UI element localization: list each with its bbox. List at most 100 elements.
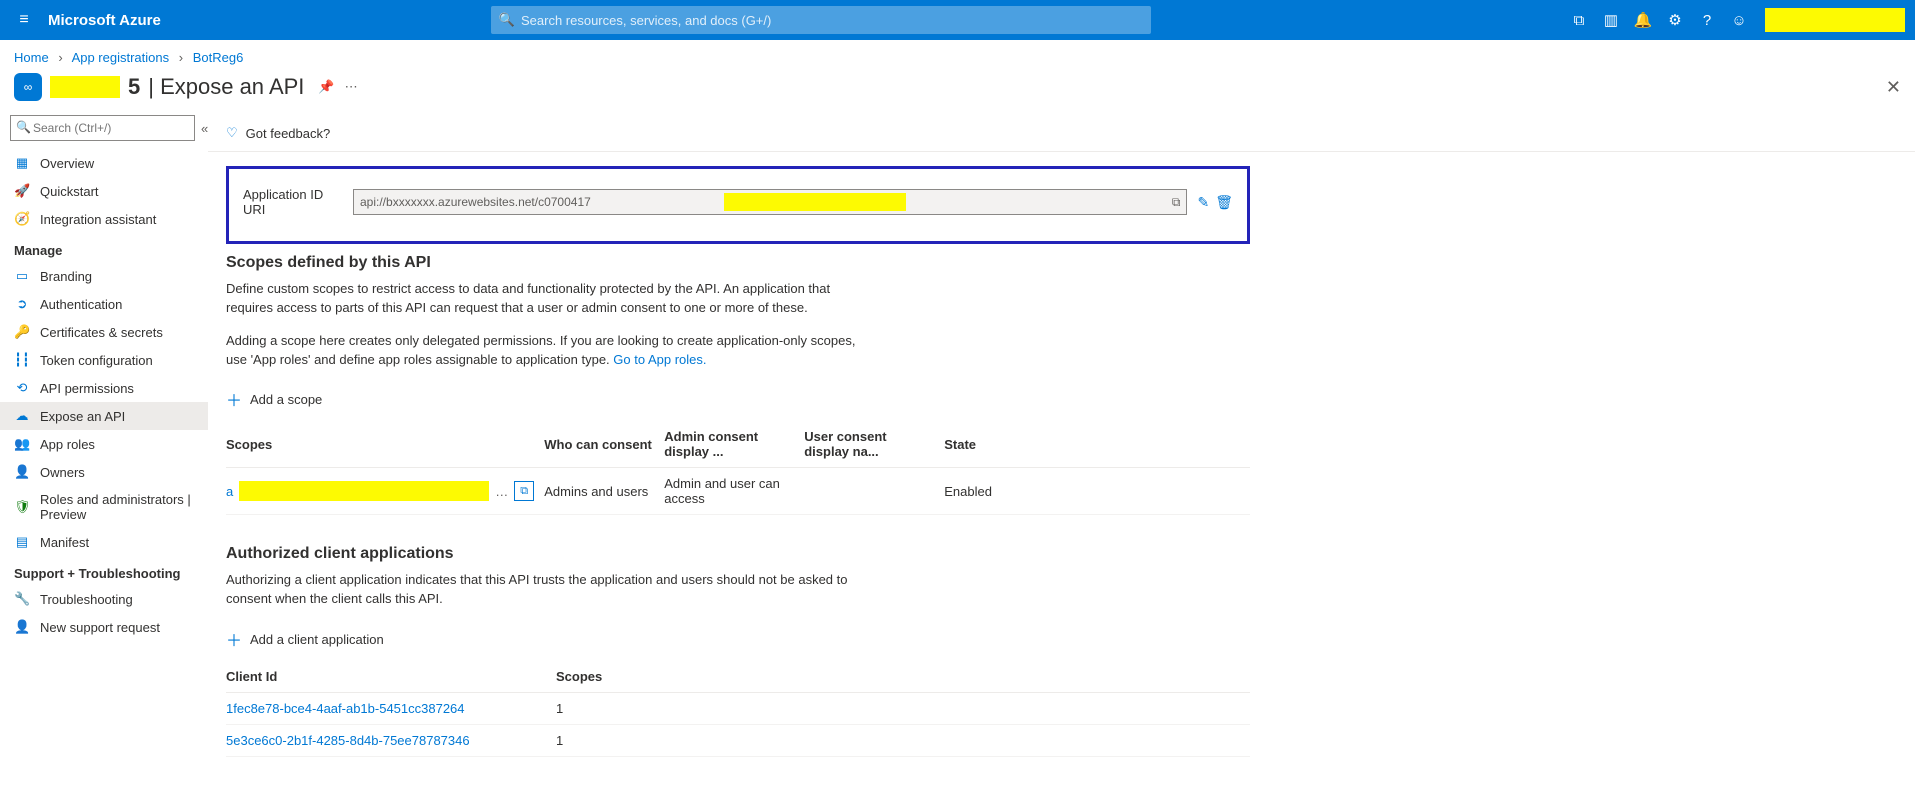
command-bar: ♡ Got feedback? xyxy=(208,115,1915,152)
sidebar-item-branding[interactable]: ▭Branding xyxy=(0,262,208,290)
col-scopes: Scopes xyxy=(226,421,544,468)
breadcrumb-appreg[interactable]: App registrations xyxy=(72,50,170,65)
copy-icon[interactable]: ⧉ xyxy=(1172,195,1181,210)
app-id-uri-label: Application ID URI xyxy=(243,187,343,217)
sidebar-group-support: Support + Troubleshooting xyxy=(0,556,208,585)
scope-row[interactable]: a… ⧉ Admins and users Admin and user can… xyxy=(226,468,1250,515)
edit-icon[interactable]: ✎ xyxy=(1197,194,1209,211)
sidebar-item-authentication[interactable]: ➲Authentication xyxy=(0,290,208,318)
rocket-icon: 🚀 xyxy=(14,183,30,199)
wrench-icon: 🔧 xyxy=(14,591,30,607)
sidebar-item-integration[interactable]: 🧭Integration assistant xyxy=(0,205,208,233)
sidebar-item-owners[interactable]: 👤Owners xyxy=(0,458,208,486)
title-redacted xyxy=(50,76,120,98)
breadcrumb-home[interactable]: Home xyxy=(14,50,49,65)
copy-icon[interactable]: ⧉ xyxy=(514,481,534,501)
sidebar-item-overview[interactable]: ▦Overview xyxy=(0,149,208,177)
col-client-id: Client Id xyxy=(226,661,556,693)
breadcrumb: Home › App registrations › BotReg6 xyxy=(0,40,1915,65)
page-header: ∞ 5 | Expose an API 📌 ⋯ ✕ xyxy=(0,65,1915,115)
scopes-heading: Scopes defined by this API xyxy=(226,254,1250,272)
page-title: 5 | Expose an API xyxy=(50,74,304,100)
api-perm-icon: ⟲ xyxy=(14,380,30,396)
client-row[interactable]: 1fec8e78-bce4-4aaf-ab1b-5451cc387264 1 xyxy=(226,693,1250,725)
breadcrumb-current[interactable]: BotReg6 xyxy=(193,50,244,65)
global-search[interactable]: 🔍 xyxy=(491,6,1151,34)
col-state: State xyxy=(944,421,1250,468)
global-search-input[interactable] xyxy=(521,13,1143,28)
key-icon: 🔑 xyxy=(14,324,30,340)
chevron-right-icon: › xyxy=(179,50,183,65)
sidebar-item-api-permissions[interactable]: ⟲API permissions xyxy=(0,374,208,402)
sidebar-item-app-roles[interactable]: 👥App roles xyxy=(0,430,208,458)
sidebar-item-certificates[interactable]: 🔑Certificates & secrets xyxy=(0,318,208,346)
col-who: Who can consent xyxy=(544,421,664,468)
sidebar-item-roles-admins[interactable]: 🛡Roles and administrators | Preview xyxy=(0,486,208,528)
go-to-app-roles-link[interactable]: Go to App roles. xyxy=(613,352,706,367)
manifest-icon: ▤ xyxy=(14,534,30,550)
scopes-desc-2: Adding a scope here creates only delegat… xyxy=(226,332,876,370)
wand-icon: 🧭 xyxy=(14,211,30,227)
scopes-table: Scopes Who can consent Admin consent dis… xyxy=(226,421,1250,515)
roles-icon: 👥 xyxy=(14,436,30,452)
resource-menu: 🔍 « ▦Overview 🚀Quickstart 🧭Integration a… xyxy=(0,115,208,797)
global-header: ≡ Microsoft Azure 🔍 ⧉ ▥ 🔔 ⚙ ? ☺ xyxy=(0,0,1915,40)
account-redacted[interactable] xyxy=(1765,8,1905,32)
sidebar-item-token-config[interactable]: ┇┇Token configuration xyxy=(0,346,208,374)
cloud-shell-icon[interactable]: ⧉ xyxy=(1563,0,1595,40)
directory-filter-icon[interactable]: ▥ xyxy=(1595,0,1627,40)
col-user: User consent display na... xyxy=(804,421,944,468)
plus-icon: ＋ xyxy=(226,627,242,651)
support-icon: 👤 xyxy=(14,619,30,635)
scopes-desc-1: Define custom scopes to restrict access … xyxy=(226,280,876,318)
search-icon: 🔍 xyxy=(499,12,515,28)
sidebar-item-troubleshooting[interactable]: 🔧Troubleshooting xyxy=(0,585,208,613)
notifications-icon[interactable]: 🔔 xyxy=(1627,0,1659,40)
nav-toggle-icon[interactable]: ≡ xyxy=(0,11,48,29)
sidebar-item-expose-api[interactable]: ☁Expose an API xyxy=(0,402,208,430)
owners-icon: 👤 xyxy=(14,464,30,480)
close-icon[interactable]: ✕ xyxy=(1886,77,1901,98)
expose-icon: ☁ xyxy=(14,408,30,424)
col-client-scopes: Scopes xyxy=(556,661,1250,693)
overview-icon: ▦ xyxy=(14,155,30,171)
client-id-link[interactable]: 5e3ce6c0-2b1f-4285-8d4b-75ee78787346 xyxy=(226,733,470,748)
delete-icon[interactable]: 🗑 xyxy=(1215,194,1233,211)
sidebar-item-new-support[interactable]: 👤New support request xyxy=(0,613,208,641)
sidebar-group-manage: Manage xyxy=(0,233,208,262)
chevron-right-icon: › xyxy=(58,50,62,65)
settings-icon[interactable]: ⚙ xyxy=(1659,0,1691,40)
app-icon: ∞ xyxy=(14,73,42,101)
help-icon[interactable]: ? xyxy=(1691,0,1723,40)
more-icon[interactable]: ⋯ xyxy=(345,79,358,95)
clients-table: Client Id Scopes 1fec8e78-bce4-4aaf-ab1b… xyxy=(226,661,1250,757)
app-id-uri-value: api://bxxxxxxx.azurewebsites.net/c070041… xyxy=(353,189,1187,215)
client-id-link[interactable]: 1fec8e78-bce4-4aaf-ab1b-5451cc387264 xyxy=(226,701,465,716)
client-row[interactable]: 5e3ce6c0-2b1f-4285-8d4b-75ee78787346 1 xyxy=(226,725,1250,757)
app-id-uri-section: Application ID URI api://bxxxxxxx.azurew… xyxy=(226,166,1250,244)
search-icon: 🔍 xyxy=(16,120,31,134)
add-scope-button[interactable]: ＋ Add a scope xyxy=(226,387,1250,411)
brand-label: Microsoft Azure xyxy=(48,12,191,29)
menu-search-input[interactable] xyxy=(10,115,195,141)
branding-icon: ▭ xyxy=(14,268,30,284)
feedback-link[interactable]: Got feedback? xyxy=(246,126,331,141)
pin-icon[interactable]: 📌 xyxy=(318,79,334,95)
auth-icon: ➲ xyxy=(14,296,30,312)
main-content: ♡ Got feedback? Application ID URI api:/… xyxy=(208,115,1915,797)
heart-icon[interactable]: ♡ xyxy=(226,125,238,141)
clients-heading: Authorized client applications xyxy=(226,545,1250,563)
clients-desc: Authorizing a client application indicat… xyxy=(226,571,876,609)
admin-icon: 🛡 xyxy=(14,499,30,515)
header-utilities: ⧉ ▥ 🔔 ⚙ ? ☺ xyxy=(1563,0,1915,40)
feedback-smiley-icon[interactable]: ☺ xyxy=(1723,0,1755,40)
uri-redacted xyxy=(724,193,906,211)
col-admin: Admin consent display ... xyxy=(664,421,804,468)
add-client-app-button[interactable]: ＋ Add a client application xyxy=(226,627,1250,651)
plus-icon: ＋ xyxy=(226,387,242,411)
sidebar-item-manifest[interactable]: ▤Manifest xyxy=(0,528,208,556)
sidebar-item-quickstart[interactable]: 🚀Quickstart xyxy=(0,177,208,205)
scope-link[interactable]: a xyxy=(226,484,233,499)
scope-redacted xyxy=(239,481,489,501)
token-icon: ┇┇ xyxy=(14,352,30,368)
